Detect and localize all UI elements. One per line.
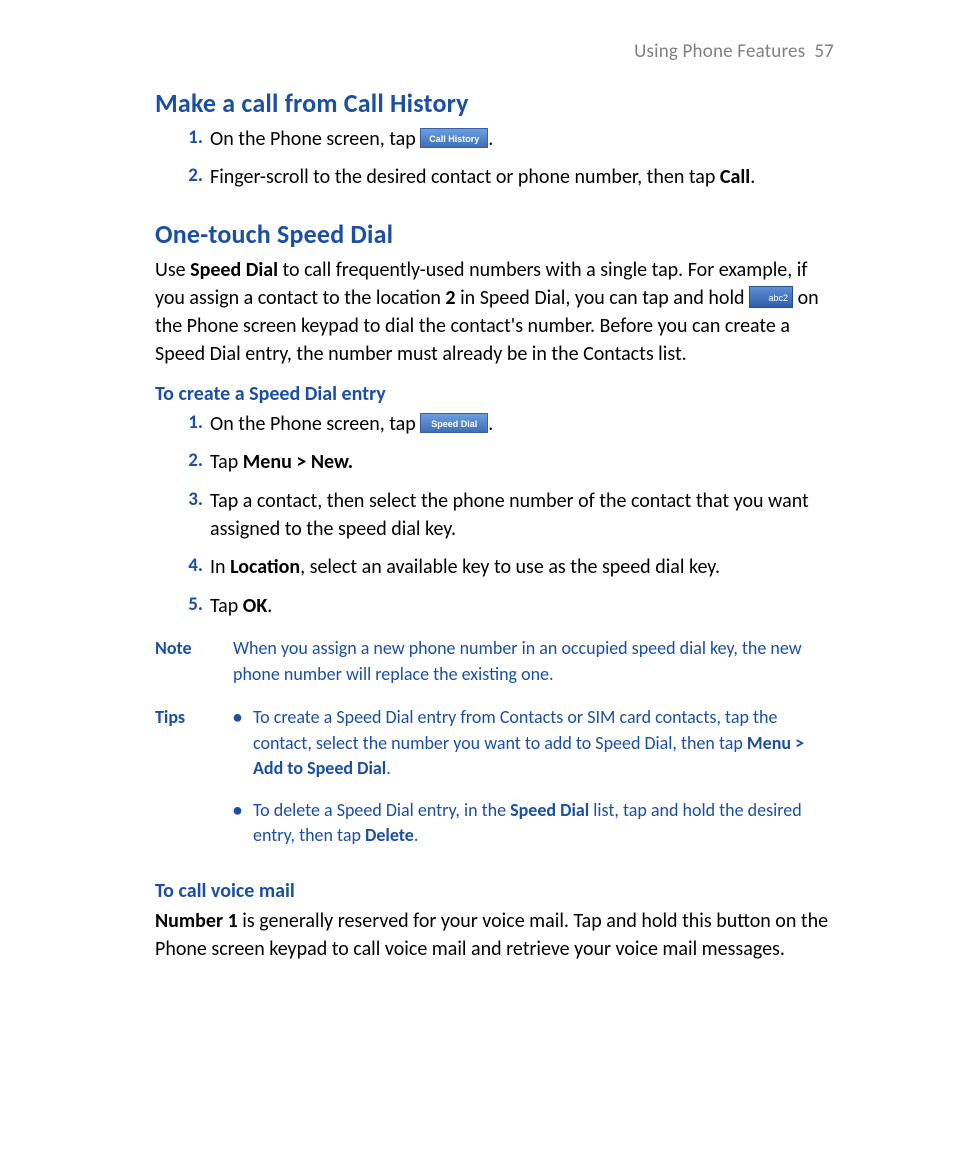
step-item: 3. Tap a contact, then select the phone … — [155, 487, 834, 544]
text-bold: Number 1 — [155, 909, 238, 933]
tip-text: To create a Speed Dial entry from Contac… — [253, 706, 777, 754]
step-text: . — [488, 127, 493, 151]
step-text: Tap — [210, 450, 243, 474]
step-item: 1. On the Phone screen, tap Call History… — [155, 125, 834, 153]
page-header: Using Phone Features 57 — [155, 40, 834, 63]
step-text: On the Phone screen, tap — [210, 412, 420, 436]
step-item: 2. Tap Menu > New. — [155, 448, 834, 476]
step-number: 1. — [173, 410, 203, 437]
step-item: 2. Finger-scroll to the desired contact … — [155, 163, 834, 191]
bullet-icon: • — [233, 705, 242, 731]
header-section: Using Phone Features — [634, 40, 805, 63]
step-text: . — [267, 594, 272, 618]
step-text: Finger-scroll to the desired contact or … — [210, 165, 720, 189]
heading-speed-dial: One-touch Speed Dial — [155, 218, 834, 250]
bullet-icon: • — [233, 798, 242, 824]
call-history-button-image: Call History — [420, 128, 488, 148]
step-number: 1. — [173, 125, 203, 152]
step-number: 2. — [173, 163, 203, 190]
tips-block: Tips • To create a Speed Dial entry from… — [155, 705, 834, 865]
step-item: 4. In Location, select an available key … — [155, 553, 834, 581]
note-block: Note When you assign a new phone number … — [155, 636, 834, 687]
tip-item: • To delete a Speed Dial entry, in the S… — [233, 798, 834, 849]
step-text: Tap — [210, 594, 243, 618]
step-text: . — [750, 165, 755, 189]
step-text: In — [210, 555, 230, 579]
step-bold: OK — [243, 594, 267, 618]
tip-text: . — [414, 824, 419, 846]
voicemail-text: Number 1 is generally reserved for your … — [155, 907, 834, 963]
step-text: . — [488, 412, 493, 436]
step-bold: Call — [720, 165, 750, 189]
step-bold: Location — [230, 555, 300, 579]
speed-dial-button-image: Speed Dial — [420, 413, 488, 433]
tips-body: • To create a Speed Dial entry from Cont… — [233, 705, 834, 865]
tips-label: Tips — [155, 705, 233, 865]
step-item: 5. Tap OK. — [155, 592, 834, 620]
text: in Speed Dial, you can tap and hold — [456, 286, 750, 310]
keypad-2-button-image: abc2 — [749, 286, 793, 308]
speed-dial-intro: Use Speed Dial to call frequently-used n… — [155, 256, 834, 368]
steps-call-history: 1. On the Phone screen, tap Call History… — [155, 125, 834, 192]
step-number: 4. — [173, 553, 203, 580]
tip-item: • To create a Speed Dial entry from Cont… — [233, 705, 834, 782]
tip-text: To delete a Speed Dial entry, in the — [253, 799, 510, 821]
heading-call-history: Make a call from Call History — [155, 87, 834, 119]
note-label: Note — [155, 636, 233, 687]
text-bold: Speed Dial — [190, 258, 278, 282]
step-number: 5. — [173, 592, 203, 619]
text: Use — [155, 258, 190, 282]
step-number: 3. — [173, 487, 203, 514]
tip-bold: Delete — [365, 824, 414, 846]
step-text: Tap a contact, then select the phone num… — [210, 489, 809, 541]
steps-create-entry: 1. On the Phone screen, tap Speed Dial. … — [155, 410, 834, 620]
tip-text: . — [386, 757, 391, 779]
page: Using Phone Features 57 Make a call from… — [0, 0, 954, 1013]
header-page-number: 57 — [814, 40, 834, 63]
step-bold: Menu > New. — [243, 450, 353, 474]
heading-create-entry: To create a Speed Dial entry — [155, 382, 834, 406]
step-item: 1. On the Phone screen, tap Speed Dial. — [155, 410, 834, 438]
note-body: When you assign a new phone number in an… — [233, 636, 834, 687]
heading-voicemail: To call voice mail — [155, 879, 834, 903]
step-number: 2. — [173, 448, 203, 475]
step-text: , select an available key to use as the … — [300, 555, 720, 579]
step-text: On the Phone screen, tap — [210, 127, 420, 151]
tip-bold: Speed Dial — [510, 799, 589, 821]
text-bold: 2 — [445, 286, 455, 310]
text: is generally reserved for your voice mai… — [155, 909, 828, 961]
